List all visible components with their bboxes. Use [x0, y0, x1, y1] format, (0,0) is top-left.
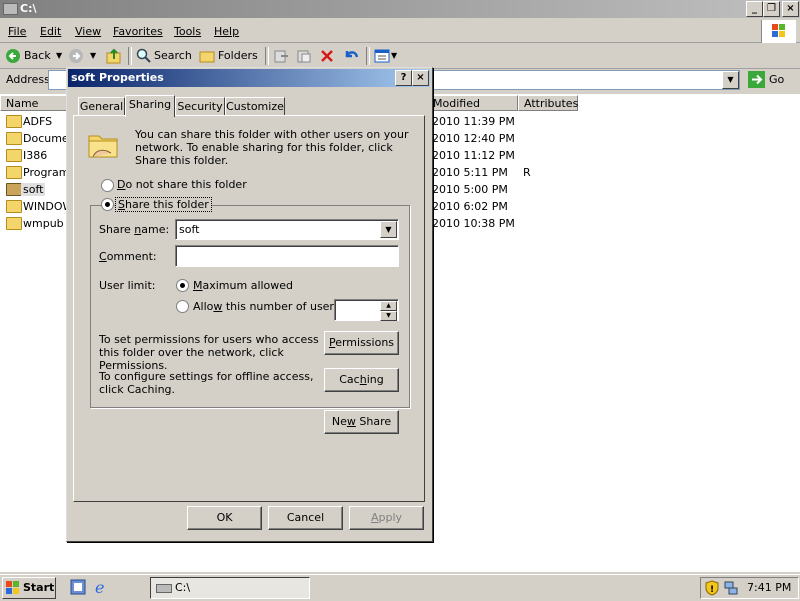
taskbar: [0, 574, 800, 601]
forward-arrow-icon[interactable]: [68, 48, 84, 67]
window-title-bar: C:\ _ ❐ ×: [0, 0, 800, 18]
tab-general[interactable]: General: [78, 97, 125, 116]
go-arrow-icon[interactable]: [748, 71, 766, 91]
window-title: C:\: [20, 2, 37, 15]
allow-number-label[interactable]: Allow this number of users:: [193, 300, 343, 313]
permissions-button[interactable]: Permissions: [324, 331, 399, 355]
dialog-close-button[interactable]: ×: [412, 70, 429, 86]
menu-favorites[interactable]: Favorites: [113, 25, 163, 38]
back-button[interactable]: Back: [24, 49, 51, 62]
column-header-attributes[interactable]: Attributes: [518, 95, 578, 111]
user-count-spinner[interactable]: ▲ ▼: [334, 299, 399, 321]
spinner-up-button[interactable]: ▲: [380, 301, 397, 311]
folder-icon: [6, 166, 22, 179]
do-not-share-label[interactable]: Do not share this folder: [117, 178, 247, 191]
menu-tools[interactable]: Tools: [174, 25, 201, 38]
delete-icon[interactable]: [319, 48, 335, 67]
folders-button[interactable]: Folders: [218, 49, 258, 62]
move-to-icon[interactable]: [273, 48, 289, 67]
taskbar-item-explorer[interactable]: C:\: [150, 577, 310, 599]
toolbar-separator: [265, 47, 269, 65]
ok-button[interactable]: OK: [187, 506, 262, 530]
sharing-intro-text: You can share this folder with other use…: [135, 128, 409, 167]
start-label: Start: [23, 581, 55, 594]
shared-folder-icon: [6, 183, 22, 196]
svg-text:e: e: [95, 579, 104, 595]
do-not-share-radio[interactable]: [101, 179, 114, 192]
restore-button[interactable]: ❐: [763, 1, 780, 17]
back-arrow-icon[interactable]: [5, 48, 21, 67]
user-limit-label: User limit:: [99, 279, 156, 292]
caching-text: To configure settings for offline access…: [99, 370, 314, 396]
undo-icon[interactable]: [342, 47, 360, 68]
taskbar-item-label: C:\: [175, 581, 191, 594]
back-dropdown-icon[interactable]: ▼: [56, 51, 62, 60]
drive-icon: [156, 584, 172, 593]
views-icon[interactable]: [374, 48, 390, 67]
address-label: Address: [6, 73, 50, 86]
comment-label: Comment:: [99, 250, 157, 263]
network-icon[interactable]: [723, 580, 739, 599]
svg-text:!: !: [710, 585, 714, 595]
tab-sharing[interactable]: Sharing: [125, 95, 175, 117]
folder-icon: [6, 200, 22, 213]
share-name-label: Share name:: [99, 223, 170, 236]
share-name-dropdown-button[interactable]: ▼: [380, 221, 397, 238]
share-name-combobox[interactable]: soft ▼: [175, 219, 399, 240]
maximum-allowed-radio[interactable]: [176, 279, 189, 292]
internet-explorer-icon[interactable]: e: [94, 578, 110, 598]
column-header-modified[interactable]: Modified: [427, 95, 518, 111]
shared-folder-hand-icon: [87, 127, 121, 164]
address-dropdown-button[interactable]: ▼: [722, 71, 739, 89]
allow-number-radio[interactable]: [176, 300, 189, 313]
tab-security[interactable]: Security: [175, 97, 225, 116]
forward-dropdown-icon[interactable]: ▼: [90, 51, 96, 60]
menu-bar: File Edit View Favorites Tools Help: [0, 20, 800, 43]
new-share-button[interactable]: New Share: [324, 410, 399, 434]
cancel-button[interactable]: Cancel: [268, 506, 343, 530]
folders-icon[interactable]: [199, 49, 215, 66]
tab-customize[interactable]: Customize: [225, 97, 285, 116]
share-name-value: soft: [179, 223, 200, 236]
dialog-title: soft Properties: [71, 71, 164, 84]
menu-view[interactable]: View: [75, 25, 101, 38]
windows-logo-icon: [761, 20, 796, 43]
system-tray: ! 7:41 PM: [700, 577, 799, 599]
dialog-title-bar: soft Properties ? ×: [68, 69, 430, 87]
folder-icon: [6, 115, 22, 128]
toolbar-separator: [128, 47, 132, 65]
menu-edit[interactable]: Edit: [40, 25, 61, 38]
caching-button[interactable]: Caching: [324, 368, 399, 392]
minimize-button[interactable]: _: [746, 1, 763, 17]
spinner-down-button[interactable]: ▼: [380, 311, 397, 321]
menu-file[interactable]: File: [8, 25, 26, 38]
toolbar: Back ▼ ▼ Search Folders ▼: [0, 44, 800, 69]
share-this-folder-radio[interactable]: [101, 198, 114, 211]
help-button[interactable]: ?: [395, 70, 412, 86]
up-folder-icon[interactable]: [105, 47, 123, 68]
toolbar-separator: [366, 47, 370, 65]
search-button[interactable]: Search: [154, 49, 192, 62]
permissions-text: To set permissions for users who access …: [99, 333, 319, 372]
maximum-allowed-label[interactable]: Maximum allowed: [193, 279, 293, 292]
close-button[interactable]: ×: [782, 1, 799, 17]
folder-icon: [6, 217, 22, 230]
clock: 7:41 PM: [747, 581, 792, 594]
column-header-name[interactable]: Name: [0, 95, 68, 111]
server-manager-icon[interactable]: [70, 579, 86, 598]
search-icon[interactable]: [136, 48, 152, 67]
start-button[interactable]: Start: [2, 577, 56, 599]
security-shield-icon[interactable]: !: [704, 580, 720, 599]
folder-icon: [6, 149, 22, 162]
comment-input[interactable]: [175, 245, 399, 267]
views-dropdown-icon[interactable]: ▼: [391, 51, 397, 60]
drive-icon: [3, 3, 18, 15]
folder-icon: [6, 132, 22, 145]
menu-help[interactable]: Help: [214, 25, 239, 38]
apply-button[interactable]: Apply: [349, 506, 424, 530]
copy-to-icon[interactable]: [296, 48, 312, 67]
share-this-folder-label[interactable]: Share this folder: [115, 197, 212, 212]
go-button[interactable]: Go: [769, 73, 784, 86]
